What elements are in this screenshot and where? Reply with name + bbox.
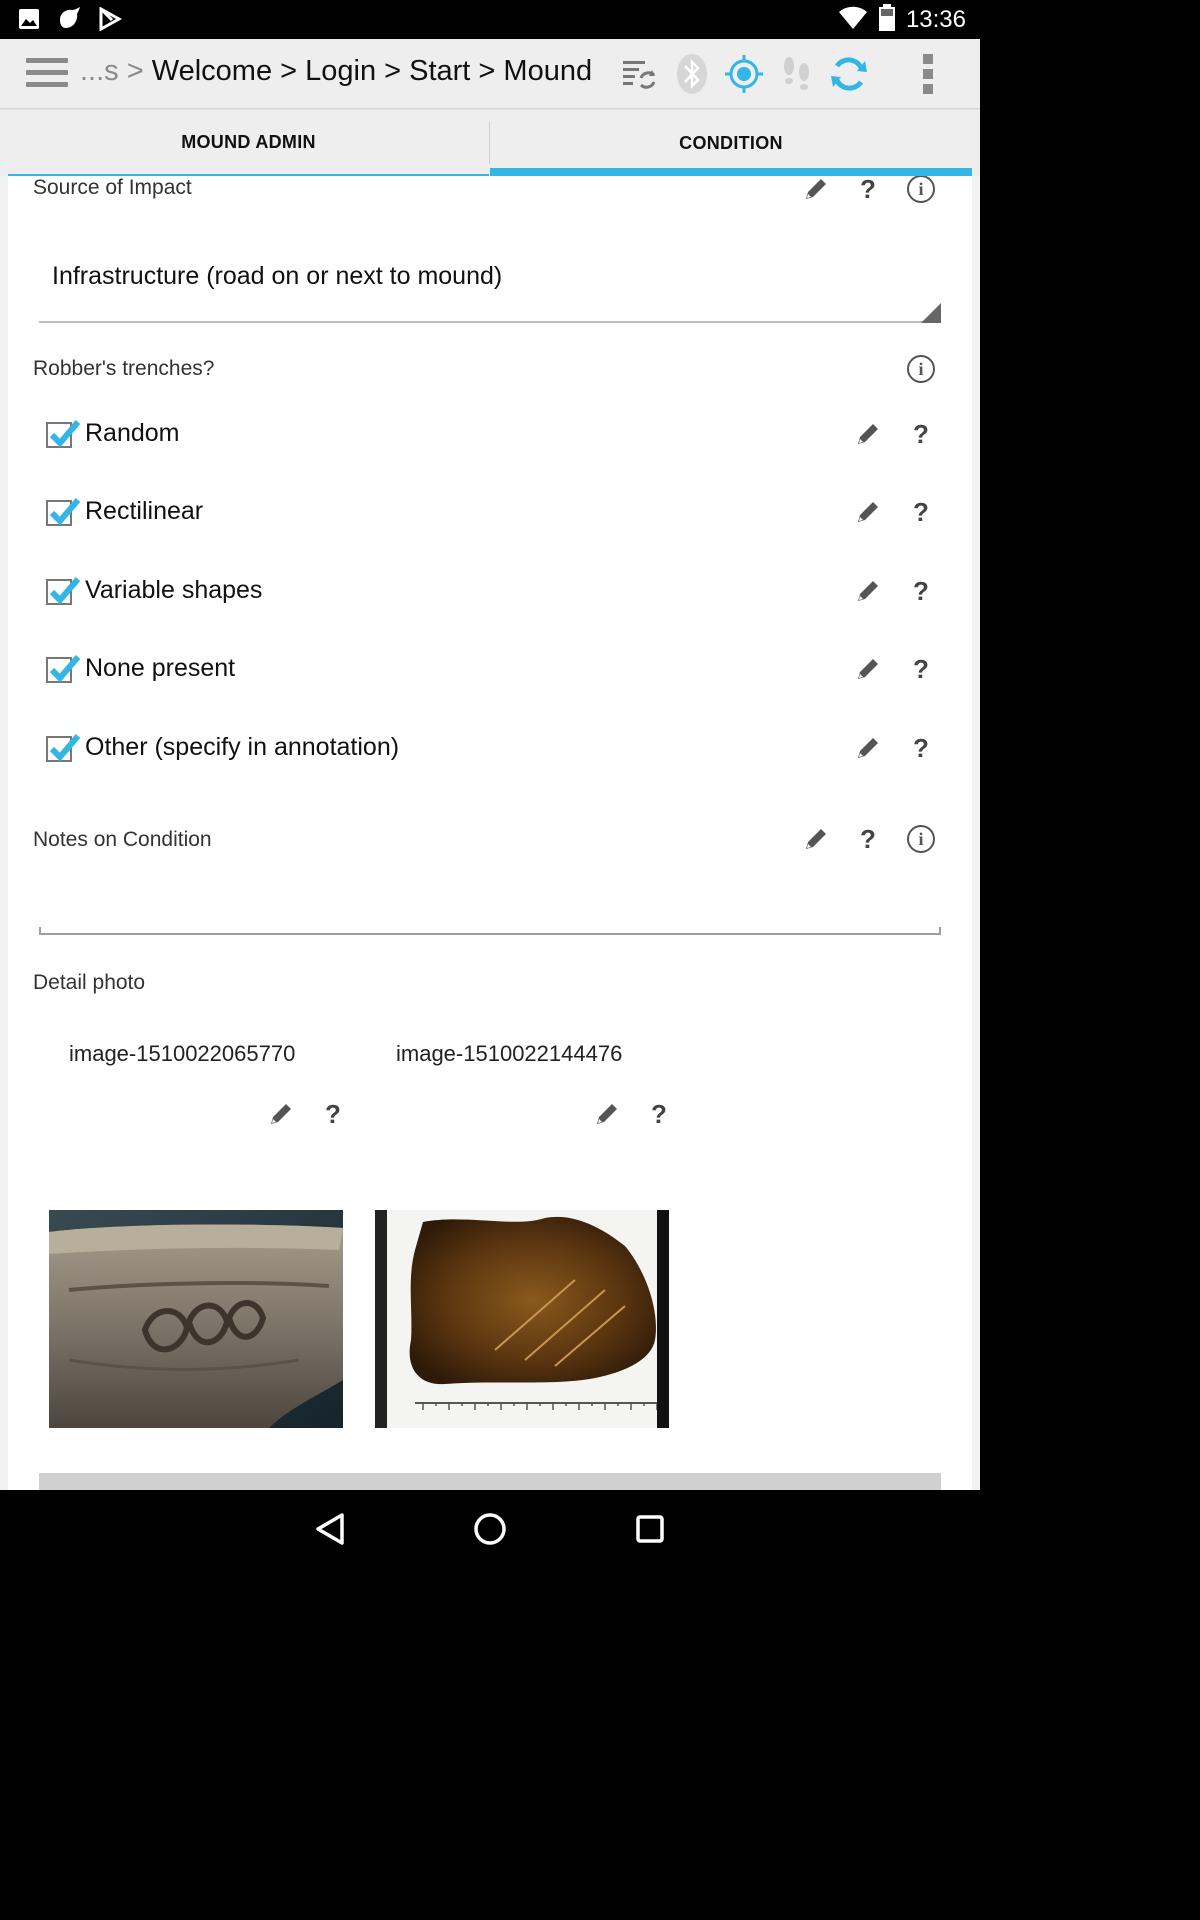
pencil-icon[interactable] [851, 417, 885, 451]
bluetooth-icon[interactable] [672, 54, 712, 94]
help-icon[interactable]: ? [904, 495, 938, 529]
pencil-icon[interactable] [799, 822, 833, 856]
notes-underline [39, 927, 941, 935]
select-underline [39, 321, 941, 323]
pencil-icon[interactable] [851, 652, 885, 686]
help-icon[interactable]: ? [904, 574, 938, 608]
app-screen: 13:36 ...s > Welcome > Login > Start > M… [0, 0, 980, 1568]
help-icon[interactable]: ? [642, 1097, 676, 1131]
help-icon[interactable]: ? [904, 731, 938, 765]
form-content[interactable]: Source of Impact ? i Infrastructure (roa… [8, 176, 972, 1490]
notes-on-condition-label: Notes on Condition [33, 828, 212, 851]
tab-condition-label: CONDITION [679, 132, 783, 153]
help-icon[interactable]: ? [851, 176, 885, 206]
breadcrumb-path[interactable]: Welcome > Login > Start > Mound [152, 55, 592, 87]
info-icon[interactable]: i [904, 352, 938, 386]
detail-photo-label: Detail photo [33, 971, 146, 994]
wifi-icon [838, 6, 868, 34]
checkbox-label: Rectilinear [85, 497, 204, 525]
checkbox-other[interactable] [46, 734, 81, 762]
notes-on-condition-input[interactable] [39, 876, 941, 932]
checkmark-icon [49, 734, 81, 762]
pencil-icon[interactable] [851, 495, 885, 529]
help-icon[interactable]: ? [904, 417, 938, 451]
checkbox-random[interactable] [46, 420, 81, 448]
status-bar: 13:36 [0, 0, 980, 39]
checkbox-label: None present [85, 654, 236, 682]
gps-icon[interactable] [724, 54, 764, 94]
breadcrumb[interactable]: ...s > Welcome > Login > Start > Mound [80, 55, 592, 88]
help-icon[interactable]: ? [851, 822, 885, 856]
robbers-trenches-label: Robber's trenches? [33, 357, 215, 380]
checkmark-icon [49, 498, 81, 526]
navigation-bar [0, 1490, 980, 1568]
checkbox-none-present[interactable] [46, 655, 81, 683]
overflow-menu-icon[interactable] [908, 54, 948, 94]
action-bar: ...s > Welcome > Login > Start > Mound [0, 39, 980, 109]
checkbox-row-other[interactable]: Other (specify in annotation) [44, 726, 944, 776]
pencil-icon[interactable] [799, 176, 833, 206]
tab-mound-admin[interactable]: MOUND ADMIN [8, 110, 489, 176]
recents-icon[interactable] [630, 1509, 670, 1549]
breadcrumb-prefix[interactable]: ...s > [80, 55, 144, 87]
checkbox-row-variable-shapes[interactable]: Variable shapes [44, 569, 944, 619]
refresh-icon[interactable] [829, 54, 869, 94]
checkbox-rectilinear[interactable] [46, 498, 81, 526]
help-icon[interactable]: ? [316, 1097, 350, 1131]
checkbox-variable-shapes[interactable] [46, 577, 81, 605]
gallery-icon [18, 8, 40, 34]
tab-selected-indicator [490, 168, 972, 176]
pencil-icon[interactable] [851, 574, 885, 608]
pencil-icon[interactable] [851, 731, 885, 765]
tab-bar: MOUND ADMIN CONDITION [0, 110, 980, 176]
pencil-icon[interactable] [590, 1097, 624, 1131]
info-icon[interactable]: i [904, 822, 938, 856]
help-icon[interactable]: ? [904, 652, 938, 686]
play-store-icon [98, 6, 123, 35]
photo-filename: image-1510022144476 [396, 1041, 623, 1066]
checkbox-label: Random [85, 419, 180, 447]
menu-icon[interactable] [26, 58, 68, 90]
source-of-impact-select[interactable]: Infrastructure (road on or next to mound… [52, 262, 502, 291]
tab-condition[interactable]: CONDITION [490, 110, 972, 176]
back-icon[interactable] [310, 1509, 350, 1549]
checkmark-icon [49, 420, 81, 448]
clock: 13:36 [905, 6, 966, 33]
checkbox-label: Other (specify in annotation) [85, 733, 400, 761]
next-field-strip [39, 1473, 941, 1490]
sync-list-icon[interactable] [619, 54, 659, 94]
checkbox-row-rectilinear[interactable]: Rectilinear [44, 490, 944, 540]
checkbox-row-random[interactable]: Random [44, 412, 944, 462]
checkbox-label: Variable shapes [85, 576, 263, 604]
photo-filename: image-1510022065770 [69, 1041, 296, 1066]
dropdown-corner-icon[interactable] [921, 303, 941, 323]
detail-photo-thumbnail-1[interactable] [49, 1210, 343, 1428]
detail-photo-thumbnail-2[interactable] [375, 1210, 669, 1428]
checkmark-icon [49, 655, 81, 683]
bird-app-icon [56, 6, 82, 36]
source-of-impact-label: Source of Impact [33, 176, 192, 199]
checkmark-icon [49, 577, 81, 605]
home-icon[interactable] [470, 1509, 510, 1549]
pencil-icon[interactable] [264, 1097, 298, 1131]
tab-mound-admin-label: MOUND ADMIN [181, 131, 316, 152]
info-icon[interactable]: i [904, 176, 938, 206]
tracking-footsteps-icon[interactable] [777, 54, 817, 94]
battery-icon [878, 4, 896, 36]
checkbox-row-none-present[interactable]: None present [44, 647, 944, 697]
